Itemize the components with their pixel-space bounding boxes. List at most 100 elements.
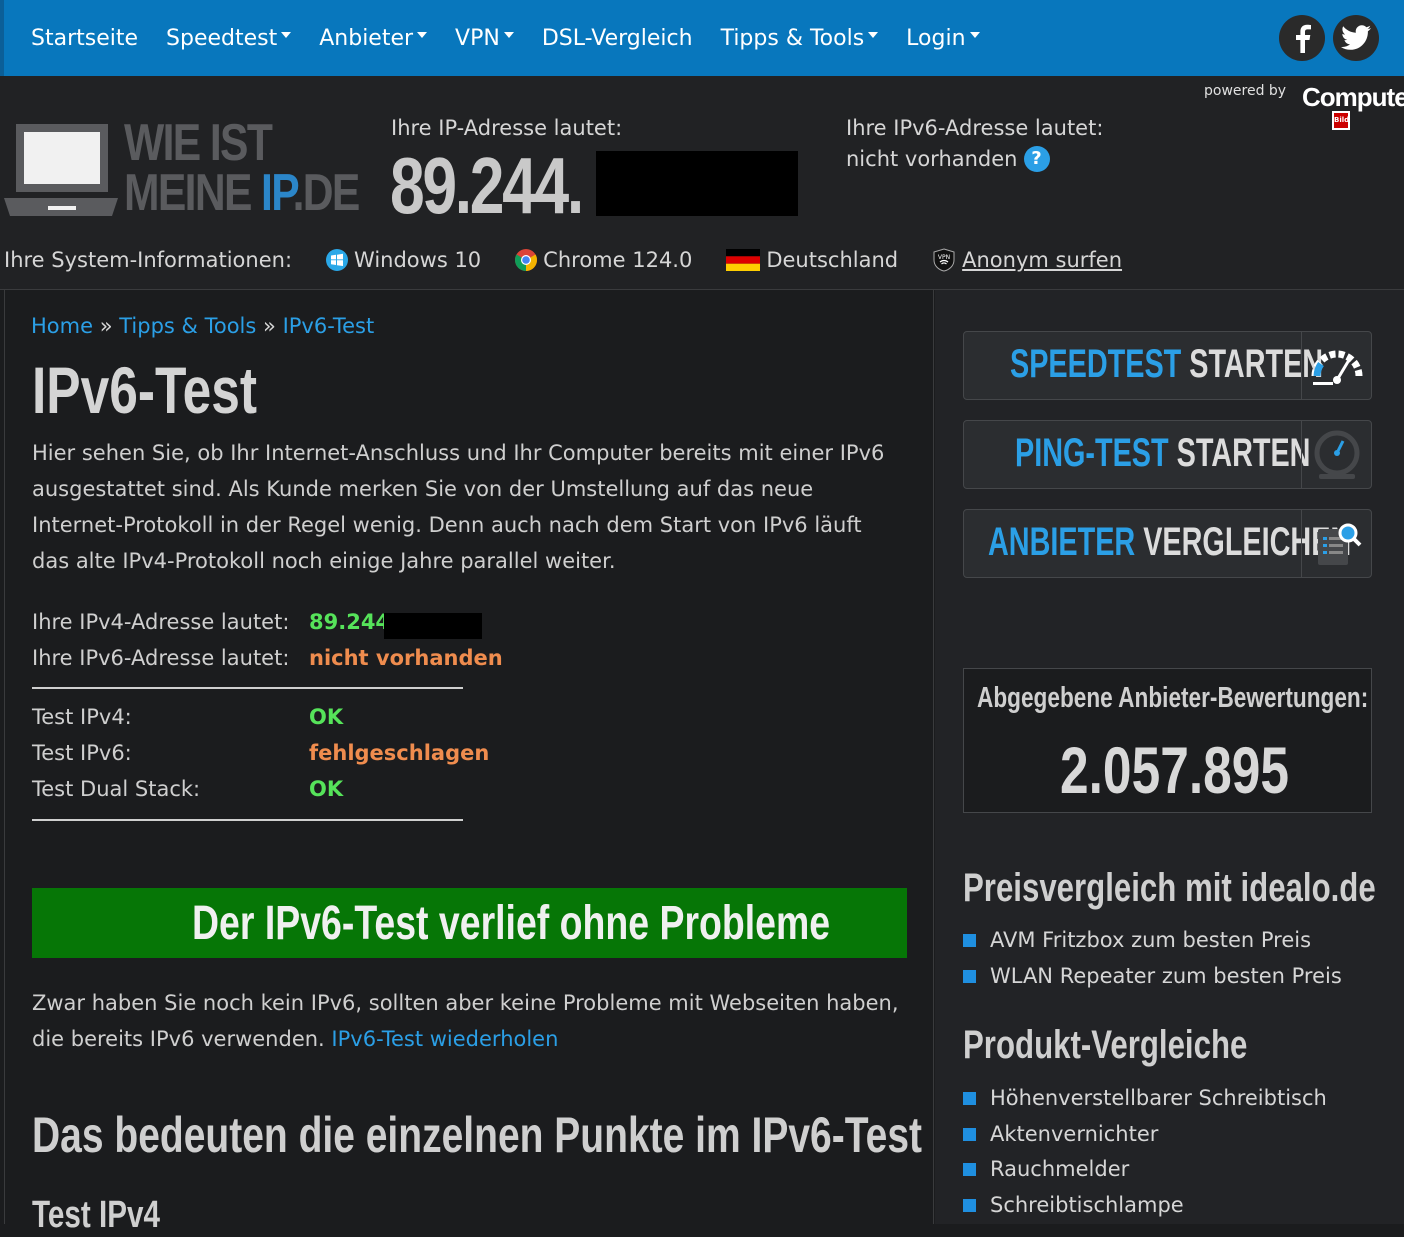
speedtest-start-button[interactable]: SPEEDTEST STARTEN [963,331,1372,400]
site-logo-text: WIE IST MEINE IP.DE [124,114,360,219]
button-rest: STARTEN [1168,431,1311,475]
product-link-aktenvernichter[interactable]: Aktenvernichter [963,1122,1158,1146]
link-label: WLAN Repeater zum besten Preis [990,964,1342,988]
anbieter-vergleichen-button[interactable]: ANBIETER VERGLEICHEN [963,509,1372,578]
chrome-icon [515,249,538,271]
breadcrumb-home[interactable]: Home [31,314,93,338]
retry-test-link[interactable]: IPv6-Test wiederholen [331,1027,558,1051]
intro-paragraph: Hier sehen Sie, ob Ihr Internet-Anschlus… [32,441,885,573]
browser-info: Chrome 124.0 [515,248,692,272]
test-ipv4-status: OK [309,705,344,729]
help-icon[interactable]: ? [1023,146,1050,172]
breadcrumb-current[interactable]: IPv6-Test [283,314,375,338]
nav-anbieter[interactable]: Anbieter [319,26,428,51]
logo-line-2: MEINE IP.DE [124,167,360,219]
bullet-square-icon [963,1127,976,1141]
anbieter-button-label: ANBIETER VERGLEICHEN [988,520,1351,565]
idealo-heading: Preisvergleich mit idealo.de [963,866,1376,910]
anonym-surfen-link[interactable]: VPN Anonym surfen [932,248,1122,272]
bullet-square-icon [963,1091,976,1105]
logo-line-1: WIE IST [124,114,273,172]
ratings-label: Abgegebene Anbieter-Bewertungen: [977,682,1369,714]
nav-label: VPN [455,26,500,51]
ipv6-row-value: nicht vorhanden [309,646,503,670]
nav-speedtest[interactable]: Speedtest [166,26,292,51]
ipv6-label: Ihre IPv6-Adresse lautet: [846,116,1104,140]
breadcrumb: Home » Tipps & Tools » IPv6-Test [31,314,374,338]
link-label: Rauchmelder [990,1157,1130,1181]
nav-label: Speedtest [166,26,278,51]
button-accent: ANBIETER [988,520,1136,564]
caret-down-icon [417,31,428,38]
breadcrumb-tipps-tools[interactable]: Tipps & Tools [119,314,256,338]
link-label: Aktenvernichter [990,1122,1159,1146]
laptop-icon [4,124,118,216]
result-paragraph: Zwar haben Sie noch kein IPv6, sollten a… [32,985,902,1057]
test-dualstack-label: Test Dual Stack: [32,777,201,801]
logo-ip: IP [261,164,294,222]
bullet-square-icon [963,933,976,947]
powered-by-label: powered by [1204,83,1287,99]
browser-value: Chrome 124.0 [543,248,693,272]
test-ipv4-label: Test IPv4: [32,705,132,729]
link-label: Höhenverstellbarer Schreibtisch [990,1086,1327,1110]
test-ipv6-label: Test IPv6: [32,741,132,765]
result-banner-text: Der IPv6-Test verlief ohne Probleme [192,897,831,950]
divider [32,819,463,821]
product-link-schreibtisch[interactable]: Höhenverstellbarer Schreibtisch [963,1086,1327,1110]
nav-startseite[interactable]: Startseite [31,26,138,51]
os-info: Windows 10 [326,248,481,272]
bullet-square-icon [963,1198,976,1212]
button-accent: PING-TEST [1015,431,1169,475]
redacted-block [384,613,482,639]
idealo-link-repeater[interactable]: WLAN Repeater zum besten Preis [963,964,1342,988]
idealo-link-fritzbox[interactable]: AVM Fritzbox zum besten Preis [963,928,1311,952]
ip-address-value: 89.244. [390,141,584,230]
test-dualstack-status: OK [309,777,344,801]
ip-label: Ihre IP-Adresse lautet: [391,116,623,140]
anonym-surfen-label: Anonym surfen [962,248,1123,272]
ipv6-value: nicht vorhanden [846,147,1018,171]
nav-label: Tipps & Tools [720,26,865,51]
list-search-icon [1301,510,1372,577]
product-link-schreibtischlampe[interactable]: Schreibtischlampe [963,1193,1184,1217]
products-heading: Produkt-Vergleiche [963,1023,1248,1067]
vpn-shield-icon: VPN [933,248,955,272]
ipv6-row-label: Ihre IPv6-Adresse lautet: [32,646,290,670]
germany-flag-icon [726,249,761,271]
speedometer-icon [1301,332,1372,399]
caret-down-icon [503,31,514,38]
divider [32,687,463,689]
computerbild-logo-badge: Bild [1332,111,1350,130]
link-label: Schreibtischlampe [990,1193,1184,1217]
caret-down-icon [969,31,980,38]
bullet-square-icon [963,1162,976,1176]
breadcrumb-separator: » [263,314,276,338]
nav-label: DSL-Vergleich [541,26,693,51]
nav-tipps-tools[interactable]: Tipps & Tools [721,26,879,51]
ping-test-start-button[interactable]: PING-TEST STARTEN [963,420,1372,489]
ping-button-label: PING-TEST STARTEN [1015,431,1310,476]
test-ipv6-status: fehlgeschlagen [309,741,490,765]
page-title: IPv6-Test [32,353,258,427]
nav-login[interactable]: Login [906,26,980,51]
subsection-heading: Test IPv4 [32,1194,160,1236]
twitter-icon[interactable] [1333,15,1379,61]
main-menu: Startseite Speedtest Anbieter VPN DSL-Ve… [31,26,1008,51]
ipv4-row-label: Ihre IPv4-Adresse lautet: [32,610,290,634]
computerbild-logo[interactable]: Computer [1302,82,1404,113]
logo-de: .DE [292,164,361,222]
link-label: AVM Fritzbox zum besten Preis [990,928,1312,952]
stopwatch-icon [1301,421,1372,488]
bullet-square-icon [963,969,976,983]
nav-label: Anbieter [319,26,414,51]
nav-dsl-vergleich[interactable]: DSL-Vergleich [542,26,693,51]
os-value: Windows 10 [354,248,482,272]
product-link-rauchmelder[interactable]: Rauchmelder [963,1157,1129,1181]
facebook-icon[interactable] [1279,15,1325,61]
breadcrumb-separator: » [99,314,113,338]
nav-vpn[interactable]: VPN [455,26,514,51]
section-heading: Das bedeuten die einzelnen Punkte im IPv… [32,1107,923,1163]
ipv6-header-value: nicht vorhanden ? [846,146,1050,172]
logo-meine: MEINE [124,164,262,222]
